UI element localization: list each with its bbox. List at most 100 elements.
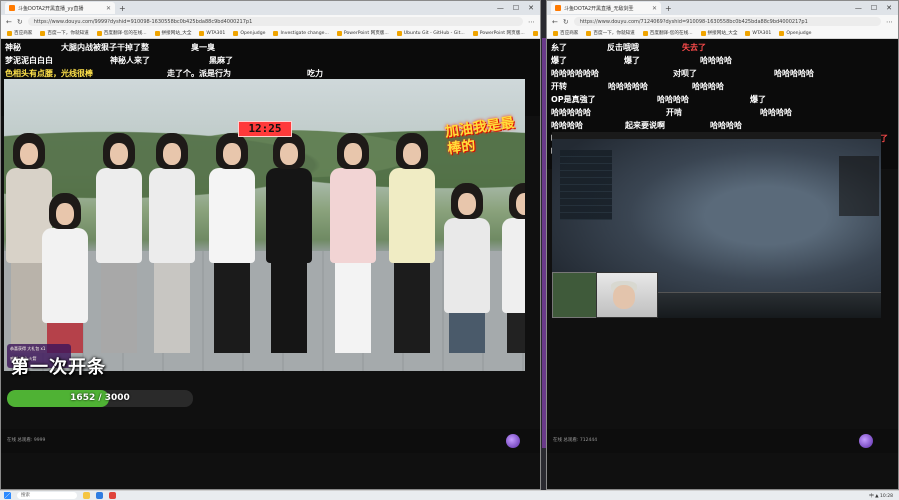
right-browser-window: 斗鱼DOTA2开黑直播_无敌剑圣 ✕ + — ☐ ✕ ← ↻ https://w… [546, 0, 899, 490]
edge-browser-icon[interactable] [96, 492, 103, 499]
bookmark-item[interactable]: 拼接网站_大全 [700, 30, 737, 36]
gift-orb-button[interactable] [506, 434, 520, 448]
bookmark-label: WTA301 [206, 30, 226, 36]
danmaku-comment: 失去了 [682, 43, 706, 52]
danmaku-comment: 开啃 [666, 108, 682, 117]
app-icon[interactable] [109, 492, 116, 499]
danmaku-comment: 哈哈哈哈哈 [774, 69, 814, 78]
tab-right-stream[interactable]: 斗鱼DOTA2开黑直播_无敌剑圣 ✕ [551, 2, 661, 14]
danmaku-comment: 哈哈哈哈哈哈 [551, 69, 599, 78]
game-side-panel [839, 156, 879, 216]
bookmark-item[interactable]: PowerPoint 网页版... [336, 30, 389, 36]
bookmark-icon [553, 30, 558, 36]
danmaku-comment: 哈哈哈哈哈 [608, 82, 648, 91]
danmaku-comment: 梦泥泥白白白 [5, 56, 53, 65]
danmaku-comment: 走了个。派是行为 [167, 69, 231, 78]
performer [330, 133, 376, 353]
countdown-timer: 12:25 [238, 121, 292, 137]
tab-left-stream[interactable]: 斗鱼DOTA2开黑直播_yy直播 ✕ [5, 2, 115, 14]
bookmark-item[interactable]: WTA301 [745, 30, 772, 36]
performer [149, 133, 195, 353]
bookmark-item[interactable]: 拼接网站_大全 [154, 30, 191, 36]
minimize-icon[interactable]: — [855, 4, 862, 12]
bookmark-label: Investigate change... [280, 30, 329, 36]
desktop: 斗鱼DOTA2开黑直播_yy直播 ✕ + — ☐ ✕ ← ↻ https://w… [0, 0, 899, 500]
bookmark-label: Ubuntu Git - GitHub - Git... [403, 30, 465, 36]
close-window-icon[interactable]: ✕ [886, 4, 892, 12]
bookmark-item[interactable]: HTML 备忘 [532, 30, 540, 36]
tab-bar: 斗鱼DOTA2开黑直播_yy直播 ✕ + — ☐ ✕ [1, 1, 540, 15]
maximize-icon[interactable]: ☐ [871, 4, 877, 12]
maximize-icon[interactable]: ☐ [513, 4, 519, 12]
system-tray: 中 ▲ 10:28 [869, 493, 893, 499]
bookmark-icon [336, 30, 342, 36]
danmaku-comment: 爆了 [551, 56, 567, 65]
bookmark-item[interactable]: 百度一下，你就知道 [40, 30, 89, 36]
bookmark-item[interactable]: WTA301 [199, 30, 226, 36]
danmaku-comment: 哈哈哈哈 [551, 121, 583, 130]
tab-title: 斗鱼DOTA2开黑直播_yy直播 [18, 5, 84, 12]
close-tab-icon[interactable]: ✕ [652, 5, 657, 12]
more-menu-icon[interactable]: ⋯ [886, 18, 893, 26]
left-browser-window: 斗鱼DOTA2开黑直播_yy直播 ✕ + — ☐ ✕ ← ↻ https://w… [0, 0, 541, 490]
bookmark-item[interactable]: 百度一下，你就知道 [586, 30, 635, 36]
danmaku-comment: 糸了 [551, 43, 567, 52]
back-icon[interactable]: ← [552, 18, 558, 26]
danmaku-comment: 开转 [551, 82, 567, 91]
bookmark-item[interactable]: 百应商家 [553, 30, 578, 36]
url-input[interactable]: https://www.douyu.com/7124069?dyshid=910… [573, 17, 881, 26]
game-minimap [552, 272, 598, 318]
bookmark-label: Openjudge [786, 30, 812, 36]
streamer-face [613, 285, 635, 309]
refresh-icon[interactable]: ↻ [17, 18, 23, 26]
file-explorer-icon[interactable] [83, 492, 90, 499]
bookmark-label: 百应商家 [14, 31, 33, 36]
bookmark-item[interactable]: Openjudge [779, 30, 812, 36]
close-window-icon[interactable]: ✕ [528, 4, 534, 12]
new-tab-button[interactable]: + [119, 4, 126, 13]
bookmark-item[interactable]: PowerPoint 网页版... [472, 30, 525, 36]
bookmark-item[interactable]: Ubuntu Git - GitHub - Git... [396, 30, 465, 36]
bookmark-icon [396, 30, 402, 36]
performer [444, 183, 490, 353]
danmaku-comment: 爆了 [750, 95, 766, 104]
bookmark-item[interactable]: 百应商家 [7, 30, 32, 36]
taskbar-search-input[interactable]: 搜索 [17, 492, 77, 499]
bookmark-icon [273, 30, 279, 36]
bookmarks-bar: 百应商家 百度一下，你就知道 百度翻译-您的在线... 拼接网站_大全 WTA301 Op… [547, 28, 898, 39]
windows-start-icon[interactable] [4, 492, 11, 499]
bookmark-icon [745, 30, 751, 36]
stream-footer: 在线 总观看: 712444 [547, 429, 898, 453]
danmaku-comment: 大腿内战被狠子干掉了整 [61, 43, 149, 52]
close-tab-icon[interactable]: ✕ [106, 5, 111, 12]
refresh-icon[interactable]: ↻ [563, 18, 569, 26]
minimize-icon[interactable]: — [497, 4, 504, 12]
bookmark-item[interactable]: Openjudge [233, 30, 266, 36]
bookmark-item[interactable]: Investigate change... [273, 30, 329, 36]
url-input[interactable]: https://www.douyu.com/9999?dyshid=910098… [27, 17, 523, 26]
tab-title: 斗鱼DOTA2开黑直播_无敌剑圣 [564, 5, 634, 12]
viewer-stat: 在线 总观看: 9999 [7, 438, 46, 443]
more-menu-icon[interactable]: ⋯ [528, 18, 535, 26]
danmaku-comment: 色相头有点腰，光线很棒 [5, 69, 93, 78]
bookmark-item[interactable]: 百度翻译-您的在线... [642, 30, 693, 36]
bookmark-icon [154, 30, 160, 36]
back-icon[interactable]: ← [6, 18, 12, 26]
bookmark-icon [642, 30, 648, 36]
address-bar: ← ↻ https://www.douyu.com/9999?dyshid=91… [1, 15, 540, 28]
bookmark-item[interactable]: 百度翻译-您的在线... [96, 30, 147, 36]
danmaku-comment: 爆了 [624, 56, 640, 65]
game-stream-video[interactable] [552, 132, 881, 318]
bookmark-icon [700, 30, 706, 36]
window-controls: — ☐ ✕ [855, 4, 898, 12]
danmaku-comment: OP是真強了 [551, 95, 596, 104]
douyu-favicon-icon [9, 5, 15, 11]
bookmark-label: 百度一下，你就知道 [47, 31, 89, 36]
goal-progress-bar: 1652 / 3000 [7, 390, 193, 407]
new-tab-button[interactable]: + [665, 4, 672, 13]
gift-orb-button[interactable] [859, 434, 873, 448]
bookmark-label: WTA301 [752, 30, 772, 36]
bookmark-label: Openjudge [240, 30, 266, 36]
danmaku-comment: 黑麻了 [209, 56, 233, 65]
danmaku-comment: 哈哈哈哈 [692, 82, 724, 91]
